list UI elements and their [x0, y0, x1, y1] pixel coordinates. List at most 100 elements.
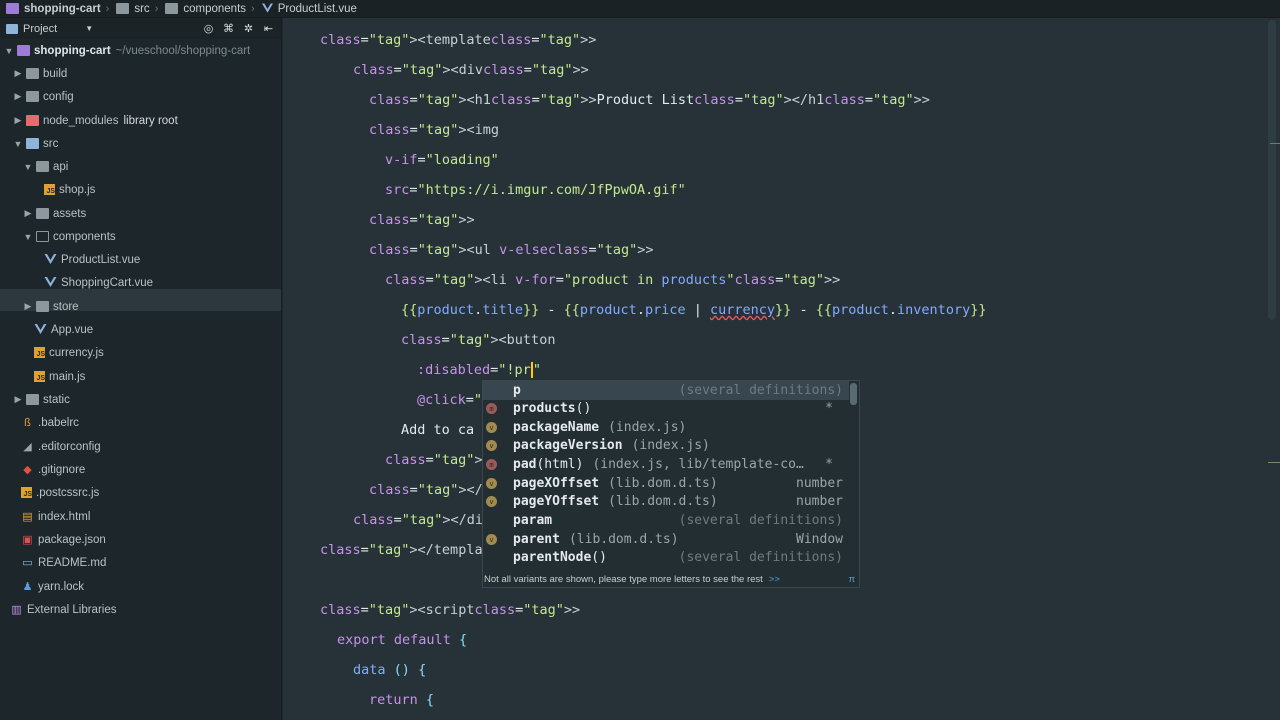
tree-item-productlist-vue[interactable]: ProductList.vue	[44, 248, 140, 271]
tree-item-postcssrc[interactable]: JS .postcssrc.js	[21, 481, 99, 504]
vue-file-icon	[261, 3, 273, 13]
js-file-icon: JS	[34, 371, 45, 382]
completion-item[interactable]: v pageXOffset (lib.dom.d.ts) number	[483, 474, 849, 493]
code-line[interactable]: class="tag"><divclass="tag">>	[353, 62, 589, 78]
tree-item-src[interactable]: ▼ src	[13, 132, 59, 155]
completion-item-signature: ()	[575, 401, 592, 416]
chevron-right-icon[interactable]: ▶	[13, 91, 23, 102]
completion-item-signature: (html)	[536, 457, 584, 472]
completion-item[interactable]: v packageName (index.js)	[483, 418, 849, 437]
project-view-icon	[6, 23, 18, 34]
breadcrumb-project[interactable]: shopping-cart	[0, 0, 105, 18]
code-line[interactable]: class="tag">>	[369, 212, 475, 228]
tree-item-api[interactable]: ▼ api	[23, 155, 69, 178]
tree-item-currency-js[interactable]: JS currency.js	[34, 341, 104, 364]
git-file-icon: ◆	[23, 464, 32, 476]
tree-item-shop-js[interactable]: JS shop.js	[44, 178, 95, 201]
completion-item[interactable]: p (several definitions)	[483, 381, 849, 400]
completion-item[interactable]: v parent (lib.dom.d.ts) Window	[483, 530, 849, 549]
code-line[interactable]: class="tag"><li v-for="product in produc…	[385, 272, 840, 288]
target-icon[interactable]: ◎	[202, 22, 215, 35]
code-line[interactable]: class="tag"><h1class="tag">>Product List…	[369, 92, 930, 108]
code-line[interactable]: :disabled="!pr "	[417, 362, 541, 378]
code-line[interactable]: src="https://i.imgur.com/JfPpwOA.gif"	[385, 182, 686, 198]
js-file-icon: JS	[44, 184, 55, 195]
code-line[interactable]: export default {	[337, 632, 467, 648]
tree-item-app-vue[interactable]: App.vue	[34, 318, 93, 341]
tree-item-main-js[interactable]: JS main.js	[34, 365, 85, 388]
collapse-icon[interactable]: ⌘	[222, 22, 235, 35]
breadcrumb-file[interactable]: ProductList.vue	[256, 0, 361, 18]
folder-icon	[26, 91, 39, 102]
tree-item-build[interactable]: ▶ build	[13, 62, 68, 85]
code-line[interactable]: class="tag"><img	[369, 122, 499, 138]
tree-item-node-modules[interactable]: ▶ node_modules library root	[13, 109, 178, 132]
chevron-right-icon[interactable]: ▶	[13, 68, 23, 79]
tree-item-config[interactable]: ▶ config	[13, 85, 74, 108]
code-line[interactable]: class="tag"><scriptclass="tag">>	[320, 602, 580, 618]
code-line[interactable]: Add to ca	[401, 422, 474, 438]
code-line[interactable]: class="tag"><button	[401, 332, 555, 348]
code-line[interactable]: class="tag"><ul v-elseclass="tag">>	[369, 242, 654, 258]
completion-scrollbar[interactable]	[850, 383, 857, 405]
tree-item-editorconfig[interactable]: ◢ .editorconfig	[21, 435, 100, 458]
completion-item[interactable]: v packageVersion (index.js)	[483, 436, 849, 455]
project-view-selector[interactable]: Project	[23, 23, 57, 35]
completion-item-type: *	[825, 401, 833, 416]
completion-item[interactable]: m pad (html) (index.js, lib/template-co… *	[483, 455, 849, 474]
code-line[interactable]: @click="	[417, 392, 482, 408]
chevron-down-icon[interactable]: ▼	[23, 162, 33, 172]
tree-item-components[interactable]: ▼ components	[23, 225, 116, 248]
chevron-right-icon[interactable]: ▶	[23, 301, 33, 312]
tree-item-shoppingcart-vue[interactable]: ShoppingCart.vue	[44, 271, 153, 294]
tree-item-assets[interactable]: ▶ assets	[23, 202, 87, 225]
tree-item-package-json[interactable]: ▣ package.json	[21, 528, 105, 551]
chevron-down-icon[interactable]: ▼	[23, 232, 33, 242]
breadcrumb-components[interactable]: components	[159, 0, 250, 18]
chevron-down-icon[interactable]: ▼	[13, 139, 23, 149]
chevron-right-icon[interactable]: ▶	[13, 115, 23, 126]
completion-item[interactable]: m products() *	[483, 399, 849, 418]
code-line[interactable]: return {	[369, 692, 434, 708]
gear-icon[interactable]: ✲	[242, 22, 255, 35]
tree-item-babelrc[interactable]: ß .babelrc	[21, 411, 79, 434]
tree-item-index-html[interactable]: ▤ index.html	[21, 505, 90, 528]
completion-item-signature: ()	[591, 550, 607, 565]
chevron-right-icon[interactable]: ▶	[23, 208, 33, 219]
blank-icon	[486, 552, 497, 563]
vue-file-icon	[34, 324, 47, 334]
folder-icon	[26, 394, 39, 405]
completion-item-location: (index.js)	[631, 438, 710, 453]
completion-item[interactable]: v pageYOffset (lib.dom.d.ts) number	[483, 492, 849, 511]
code-line[interactable]: class="tag"><templateclass="tag">>	[320, 32, 596, 48]
chevron-right-icon[interactable]: ▶	[13, 394, 23, 405]
completion-item[interactable]: parentNode() (several definitions)	[483, 548, 849, 567]
breadcrumb-src[interactable]: src	[110, 0, 153, 18]
show-more-link[interactable]: >>	[769, 574, 780, 585]
tree-root-shopping-cart[interactable]: ▼ shopping-cart ~/vueschool/shopping-car…	[4, 39, 251, 62]
hide-icon[interactable]: ⇤	[262, 22, 275, 35]
tree-item-readme[interactable]: ▭ README.md	[21, 551, 106, 574]
tree-item-gitignore[interactable]: ◆ .gitignore	[21, 458, 85, 481]
editor-scrollbar[interactable]	[1268, 20, 1276, 320]
code-line[interactable]: {{product.title}} - {{product.price | cu…	[401, 302, 986, 318]
completion-item-location: (index.js)	[608, 420, 687, 435]
code-line[interactable]: data () {	[353, 662, 426, 678]
tree-item-static[interactable]: ▶ static	[13, 388, 70, 411]
completion-item-name: pageXOffset	[513, 476, 600, 491]
tree-item-yarn-lock[interactable]: ♟ yarn.lock	[21, 575, 84, 598]
tree-item-store[interactable]: ▶ store	[23, 295, 79, 318]
folder-icon	[116, 3, 130, 14]
project-folder-icon	[17, 45, 30, 56]
markdown-file-icon: ▭	[22, 557, 33, 569]
completion-item[interactable]: param (several definitions)	[483, 511, 849, 530]
code-line[interactable]: v-if="loading"	[385, 152, 499, 168]
breadcrumb: shopping-cart › src › components › Produ…	[0, 0, 1280, 18]
completion-popup[interactable]: p (several definitions) m products() * v packa…	[482, 380, 860, 588]
variable-icon: v	[486, 440, 497, 451]
project-panel-header: Project ▼ ◎ ⌘ ✲ ⇤	[0, 18, 281, 39]
code-editor[interactable]: class="tag"><templateclass="tag">> class=…	[283, 18, 1280, 720]
chevron-down-icon[interactable]: ▼	[4, 46, 14, 56]
chevron-down-icon[interactable]: ▼	[85, 24, 93, 33]
tree-item-external-libraries[interactable]: ▥ External Libraries	[10, 598, 116, 621]
